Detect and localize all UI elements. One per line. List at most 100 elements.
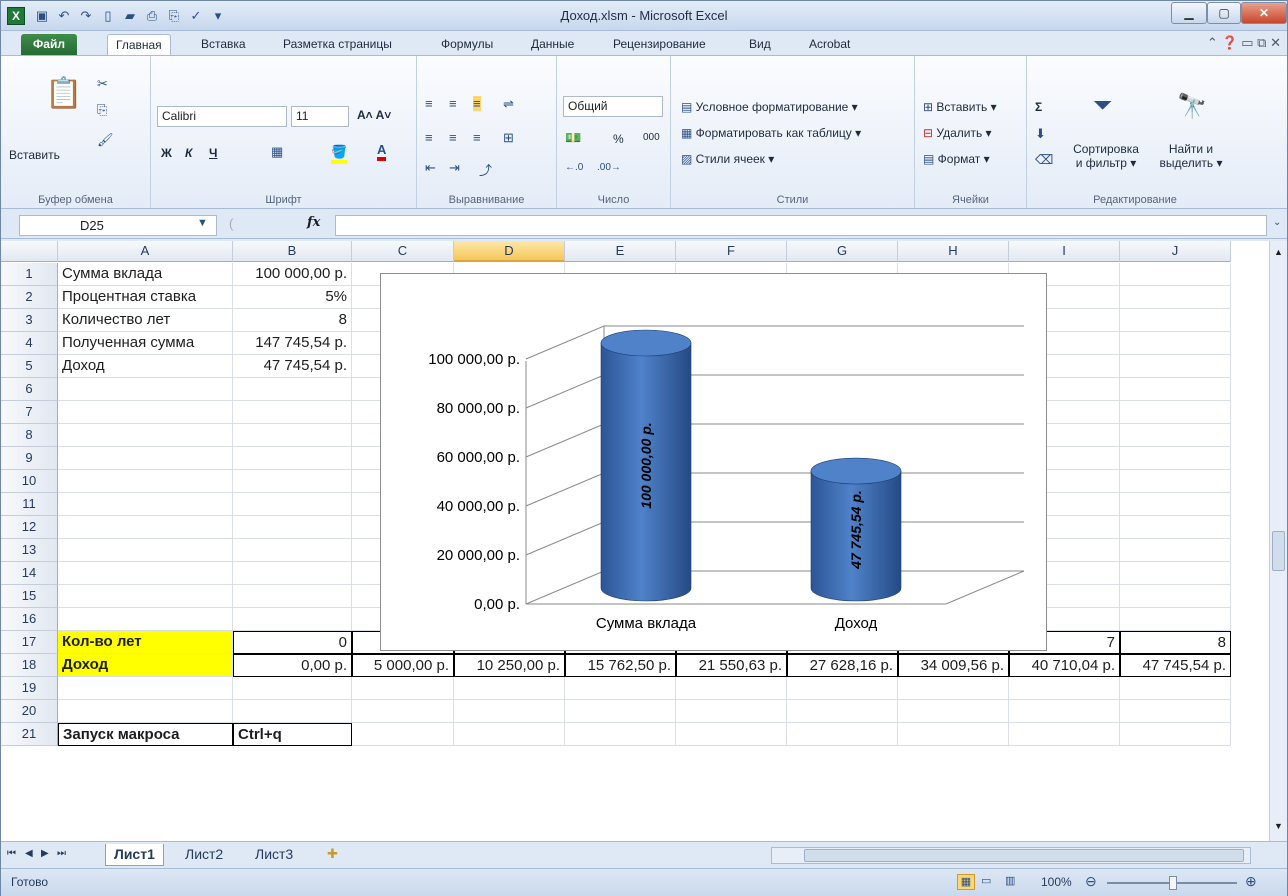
grid-cell[interactable]	[233, 424, 352, 447]
row-header-7[interactable]: 7	[1, 401, 58, 424]
delete-cells-button[interactable]: ⊟ Удалить ▾	[923, 126, 992, 140]
grid-cell[interactable]	[1120, 378, 1231, 401]
font-name-combo[interactable]: Calibri	[157, 106, 287, 127]
grid-cell[interactable]	[233, 401, 352, 424]
grid-cell[interactable]	[898, 677, 1009, 700]
align-top-icon[interactable]: ≡	[425, 96, 433, 111]
grid-cell[interactable]	[565, 723, 676, 746]
format-as-table-button[interactable]: ▦ Форматировать как таблицу ▾	[681, 126, 861, 140]
grid-cell[interactable]	[58, 562, 233, 585]
number-format-combo[interactable]: Общий	[563, 96, 663, 117]
grid-cell[interactable]	[58, 539, 233, 562]
zoom-slider-thumb[interactable]	[1169, 876, 1177, 890]
cell-A1[interactable]: Сумма вклада	[58, 263, 233, 286]
row-header-4[interactable]: 4	[1, 332, 58, 355]
grid-cell[interactable]	[1120, 447, 1231, 470]
expand-formula-icon[interactable]: ⌄	[1273, 217, 1281, 228]
row-header-15[interactable]: 15	[1, 585, 58, 608]
chevron-down-icon[interactable]: ▼	[197, 217, 208, 229]
tab-data[interactable]: Данные	[523, 34, 582, 55]
grid-cell[interactable]	[233, 447, 352, 470]
grid-cell[interactable]	[58, 378, 233, 401]
last-sheet-icon[interactable]: ⏭	[57, 848, 66, 859]
cell-row18-2[interactable]: 10 250,00 р.	[454, 654, 565, 677]
column-header-E[interactable]: E	[565, 241, 676, 262]
tab-review[interactable]: Рецензирование	[605, 34, 714, 55]
column-header-J[interactable]: J	[1120, 241, 1231, 262]
page-break-view-icon[interactable]: ▥	[1005, 874, 1015, 887]
column-header-B[interactable]: B	[233, 241, 352, 262]
row-header-16[interactable]: 16	[1, 608, 58, 631]
tab-file[interactable]: Файл	[21, 34, 77, 55]
row-header-8[interactable]: 8	[1, 424, 58, 447]
cancel-icon[interactable]: (	[229, 216, 233, 231]
grid-cell[interactable]	[58, 470, 233, 493]
formula-input[interactable]	[335, 215, 1267, 236]
grid-cell[interactable]	[1120, 401, 1231, 424]
grid-cell[interactable]	[454, 723, 565, 746]
horizontal-scrollbar[interactable]	[771, 847, 1251, 864]
cell-B1[interactable]: 100 000,00 р.	[233, 263, 352, 286]
format-painter-icon[interactable]: 🖌	[97, 132, 114, 148]
sheet-tab-3[interactable]: Лист3	[247, 844, 301, 866]
grid-cell[interactable]	[58, 585, 233, 608]
grid-cell[interactable]	[565, 677, 676, 700]
cell-A2[interactable]: Процентная ставка	[58, 286, 233, 309]
tab-page-layout[interactable]: Разметка страницы	[275, 34, 400, 55]
grid-cell[interactable]	[233, 677, 352, 700]
tab-insert[interactable]: Вставка	[193, 34, 254, 55]
autosum-button[interactable]: Σ	[1035, 100, 1042, 114]
normal-view-icon[interactable]: ▦	[957, 874, 975, 890]
row-header-19[interactable]: 19	[1, 677, 58, 700]
column-header-D[interactable]: D	[454, 241, 565, 262]
increase-indent-icon[interactable]: ⇥	[449, 160, 460, 176]
row-header-3[interactable]: 3	[1, 309, 58, 332]
grid-cell[interactable]	[352, 677, 454, 700]
grid-cell[interactable]	[233, 700, 352, 723]
increase-decimal-icon[interactable]: ←.0	[565, 162, 583, 173]
cell-styles-button[interactable]: ▨ Стили ячеек ▾	[681, 152, 774, 166]
merge-center-icon[interactable]: ⊞	[503, 130, 514, 146]
grid-cell[interactable]	[58, 424, 233, 447]
grid-cell[interactable]	[233, 585, 352, 608]
minimize-ribbon-icon[interactable]: ⌃	[1207, 35, 1218, 50]
select-all-corner[interactable]	[1, 241, 58, 262]
new-sheet-icon[interactable]: ✚	[327, 846, 338, 862]
row-header-6[interactable]: 6	[1, 378, 58, 401]
align-right-icon[interactable]: ≡	[473, 130, 481, 145]
close-workbook-icon[interactable]: ✕	[1270, 35, 1281, 50]
paste-icon[interactable]: 📋	[45, 76, 82, 111]
scroll-down-icon[interactable]: ▼	[1272, 821, 1285, 835]
grid-cell[interactable]	[1120, 700, 1231, 723]
cell-row17-8[interactable]: 8	[1120, 631, 1231, 654]
grid-cell[interactable]	[898, 723, 1009, 746]
prev-sheet-icon[interactable]: ◀	[25, 848, 33, 859]
grid-cell[interactable]	[58, 493, 233, 516]
scroll-up-icon[interactable]: ▲	[1272, 247, 1285, 261]
cell-row18-7[interactable]: 40 710,04 р.	[1009, 654, 1120, 677]
zoom-level[interactable]: 100%	[1041, 875, 1072, 889]
bold-button[interactable]: Ж	[161, 146, 172, 160]
clear-icon[interactable]: ⌫	[1035, 152, 1053, 168]
scroll-thumb[interactable]	[1272, 531, 1285, 571]
grid-cell[interactable]	[352, 700, 454, 723]
decrease-indent-icon[interactable]: ⇤	[425, 160, 436, 176]
row-header-10[interactable]: 10	[1, 470, 58, 493]
cell-B4[interactable]: 147 745,54 р.	[233, 332, 352, 355]
grid-cell[interactable]	[1120, 263, 1231, 286]
copy-icon[interactable]: ⎘	[97, 102, 107, 118]
grid-cell[interactable]	[1120, 286, 1231, 309]
percent-button[interactable]: %	[613, 132, 624, 146]
cell-A17[interactable]: Кол-во лет	[58, 631, 233, 654]
column-header-I[interactable]: I	[1009, 241, 1120, 262]
grid-cell[interactable]	[676, 723, 787, 746]
grid-cell[interactable]	[58, 608, 233, 631]
grid-cell[interactable]	[1009, 723, 1120, 746]
row-header-2[interactable]: 2	[1, 286, 58, 309]
name-box[interactable]: D25	[19, 215, 217, 236]
grid-cell[interactable]	[1120, 309, 1231, 332]
cell-B2[interactable]: 5%	[233, 286, 352, 309]
tab-view[interactable]: Вид	[741, 34, 779, 55]
cell-row17-0[interactable]: 0	[233, 631, 352, 654]
grid-cell[interactable]	[1120, 539, 1231, 562]
